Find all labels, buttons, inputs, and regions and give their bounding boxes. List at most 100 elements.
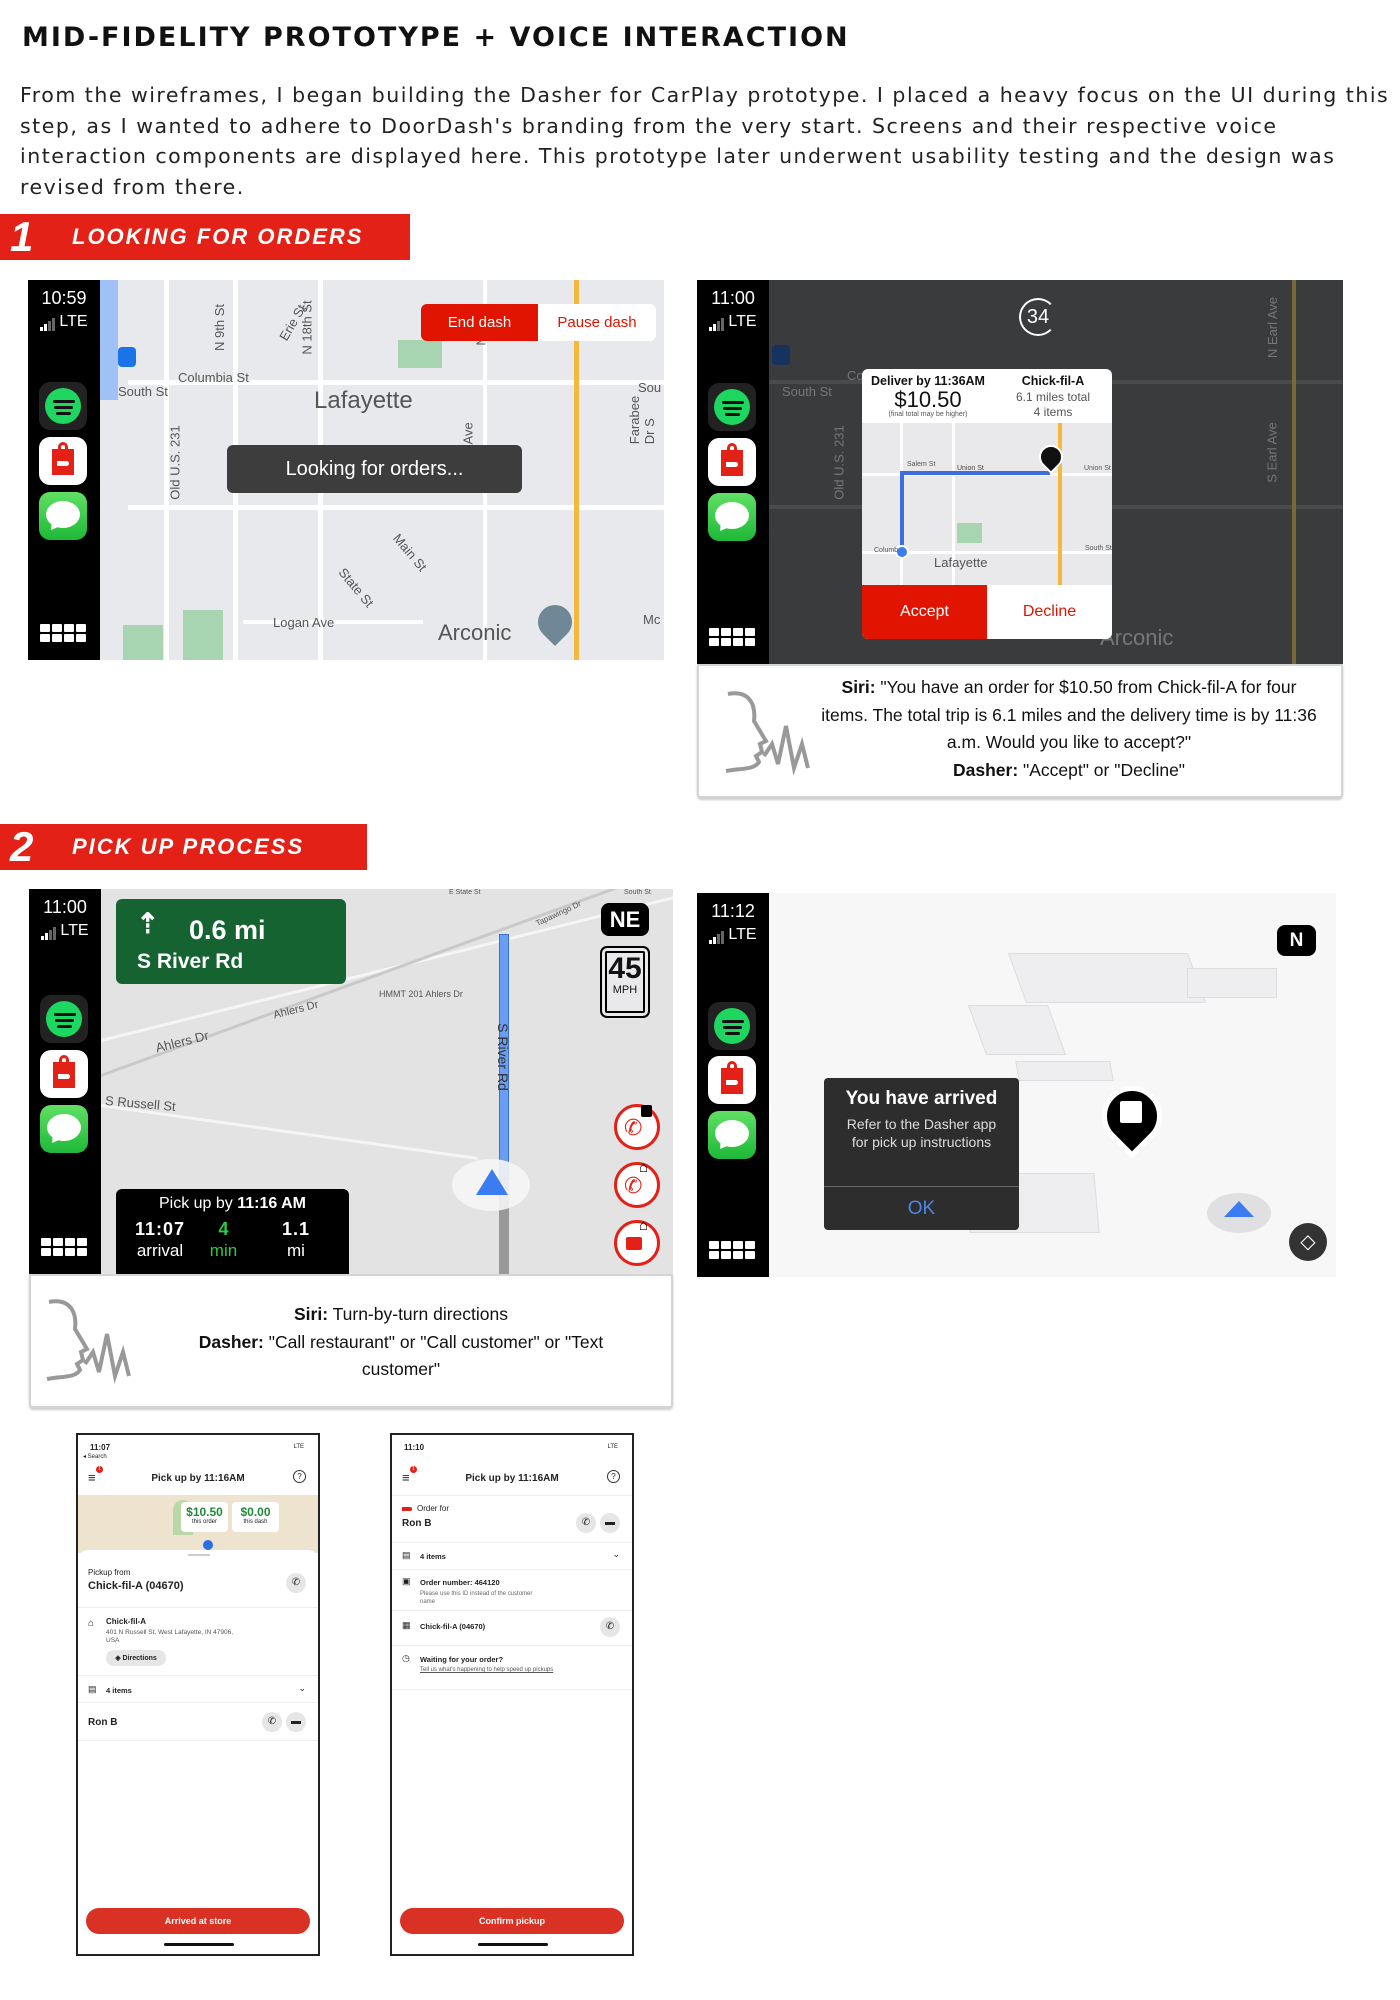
siri-label: Siri: (294, 1304, 329, 1324)
messages-app-icon[interactable] (40, 1105, 88, 1153)
map-label: S River Rd (494, 1023, 511, 1091)
map-label: Ahlers Dr (153, 1027, 211, 1056)
order-offer-card: Deliver by 11:36AM $10.50 (final total m… (862, 369, 1112, 639)
phone-icon: ✆ (624, 1173, 643, 1198)
siri-label: Siri: (841, 677, 876, 697)
accept-button[interactable]: Accept (862, 585, 987, 639)
remaining-distance-label: mi (287, 1241, 305, 1260)
phone-icon: ✆ (286, 1573, 306, 1593)
carplay-sidebar: 11:00 LTE (29, 889, 101, 1274)
section-label: PICK UP PROCESS (72, 834, 305, 859)
trip-distance: 6.1 miles total (1015, 390, 1091, 404)
spotify-app-icon[interactable] (708, 1002, 756, 1050)
call-customer-button[interactable]: ✆ (576, 1513, 596, 1533)
navigation-arrow-icon (476, 1169, 508, 1195)
map-label: N 9th St (211, 304, 227, 351)
navigation-arrow-icon (1224, 1201, 1254, 1217)
recenter-icon[interactable]: ◇ (1289, 1223, 1327, 1261)
app-grid-icon[interactable] (41, 1238, 87, 1256)
call-customer-button[interactable]: ✆ ⌂ (614, 1159, 660, 1208)
directions-button[interactable]: ◈ Directions (106, 1650, 166, 1666)
confirm-pickup-button[interactable]: Confirm pickup (400, 1908, 624, 1934)
map-label: Columb (874, 547, 899, 554)
doordash-logo-icon (402, 1507, 412, 1511)
waiting-feedback-link[interactable]: Tell us what's happening to help speed u… (420, 1666, 560, 1674)
messages-app-icon[interactable] (708, 1111, 756, 1159)
vehicle-position (1207, 1193, 1271, 1233)
arrived-alert: You have arrived Refer to the Dasher app… (824, 1078, 1019, 1230)
map-label: Main St (390, 530, 430, 575)
map-label-city: Lafayette (314, 387, 413, 414)
map-label: Union St (957, 465, 984, 472)
pickup-by-prefix: Pick up by (158, 1195, 238, 1212)
arrival-label: arrival (136, 1241, 184, 1260)
ok-button[interactable]: OK (824, 1188, 1019, 1230)
order-id-icon: ▣ (402, 1576, 411, 1586)
help-icon[interactable]: ? (293, 1470, 306, 1483)
customer-name: Ron B (88, 1717, 118, 1728)
end-dash-button[interactable]: End dash (421, 304, 538, 341)
chevron-down-icon[interactable]: ⌄ (298, 1683, 306, 1694)
pickup-store: Chick-fil-A (04670) (88, 1580, 184, 1592)
turn-distance: 0.6 mi (189, 915, 266, 945)
doordash-app-icon[interactable] (39, 437, 87, 485)
doordash-app-icon[interactable] (40, 1050, 88, 1098)
items-row[interactable]: 4 items (106, 1686, 132, 1695)
map-label: Union St (1084, 465, 1111, 472)
order-earnings: $10.50 this order (181, 1502, 228, 1532)
receipt-icon: ▤ (88, 1684, 97, 1694)
store-icon: ▦ (402, 1620, 411, 1630)
pickup-from-label: Pickup from (88, 1568, 131, 1577)
pause-dash-button[interactable]: Pause dash (538, 304, 656, 341)
call-store-button[interactable]: ✆ (600, 1617, 620, 1637)
network-label: LTE (59, 313, 88, 330)
section-label: LOOKING FOR ORDERS (72, 224, 364, 249)
customer-name: Ron B (402, 1518, 432, 1529)
back-to-search[interactable]: ◂ Search (83, 1453, 107, 1460)
status-time: 10:59 (41, 288, 87, 308)
text-customer-button[interactable]: ⌂ (614, 1217, 660, 1266)
pickup-by-time: 11:16 AM (237, 1195, 307, 1212)
receipt-icon: ▤ (402, 1550, 411, 1560)
order-earnings-label: this order (191, 1519, 217, 1525)
arrived-at-store-button[interactable]: Arrived at store (86, 1908, 310, 1934)
order-pay: $10.50 (894, 387, 962, 412)
app-grid-icon[interactable] (709, 628, 755, 646)
pay-note: (final total may be higher) (888, 411, 968, 418)
message-customer-button[interactable]: ▬ (600, 1513, 620, 1533)
order-number-note: Please use this ID instead of the custom… (420, 1591, 533, 1605)
section-number: 1 (10, 213, 34, 260)
call-restaurant-button[interactable]: ✆ (614, 1104, 660, 1150)
spotify-app-icon[interactable] (39, 382, 87, 430)
dasher-response: "Accept" or "Decline" (1018, 759, 1186, 780)
home-indicator (164, 1943, 234, 1946)
doordash-app-icon[interactable] (708, 438, 756, 486)
voice-interaction-callout-offer: Siri: "You have an order for $10.50 from… (697, 664, 1343, 798)
page-title: MID-FIDELITY PROTOTYPE + VOICE INTERACTI… (22, 22, 850, 53)
network-label: LTE (728, 926, 757, 943)
messages-app-icon[interactable] (708, 493, 756, 541)
messages-app-icon[interactable] (39, 492, 87, 540)
map-label: E State St (449, 889, 481, 896)
status-time: 11:00 (43, 897, 87, 917)
directions-icon: ◈ (115, 1655, 123, 1662)
map-label: Columbia St (178, 370, 249, 385)
map-label: Farabee Dr S (627, 395, 658, 445)
spotify-app-icon[interactable] (40, 995, 88, 1043)
message-customer-button[interactable]: ▬ (286, 1712, 306, 1732)
call-store-button[interactable]: ✆ (286, 1573, 306, 1593)
chevron-down-icon[interactable]: ⌄ (612, 1549, 620, 1560)
transit-icon (118, 347, 136, 367)
doordash-app-icon[interactable] (708, 1056, 756, 1104)
call-customer-button[interactable]: ✆ (262, 1712, 282, 1732)
section-number: 2 (10, 823, 34, 870)
map-label: N 18th St (299, 300, 315, 355)
spotify-app-icon[interactable] (708, 383, 756, 431)
dasher-app-pickup-screen: 11:07 ◂ Search LTE ≡ 1 Pick up by 11:16AM… (76, 1433, 320, 1956)
app-grid-icon[interactable] (40, 624, 86, 642)
items-row[interactable]: 4 items (420, 1552, 446, 1561)
decline-button[interactable]: Decline (987, 585, 1112, 639)
help-icon[interactable]: ? (607, 1470, 620, 1483)
arrival-time: 11:07 (134, 1219, 186, 1239)
app-grid-icon[interactable] (709, 1241, 755, 1259)
